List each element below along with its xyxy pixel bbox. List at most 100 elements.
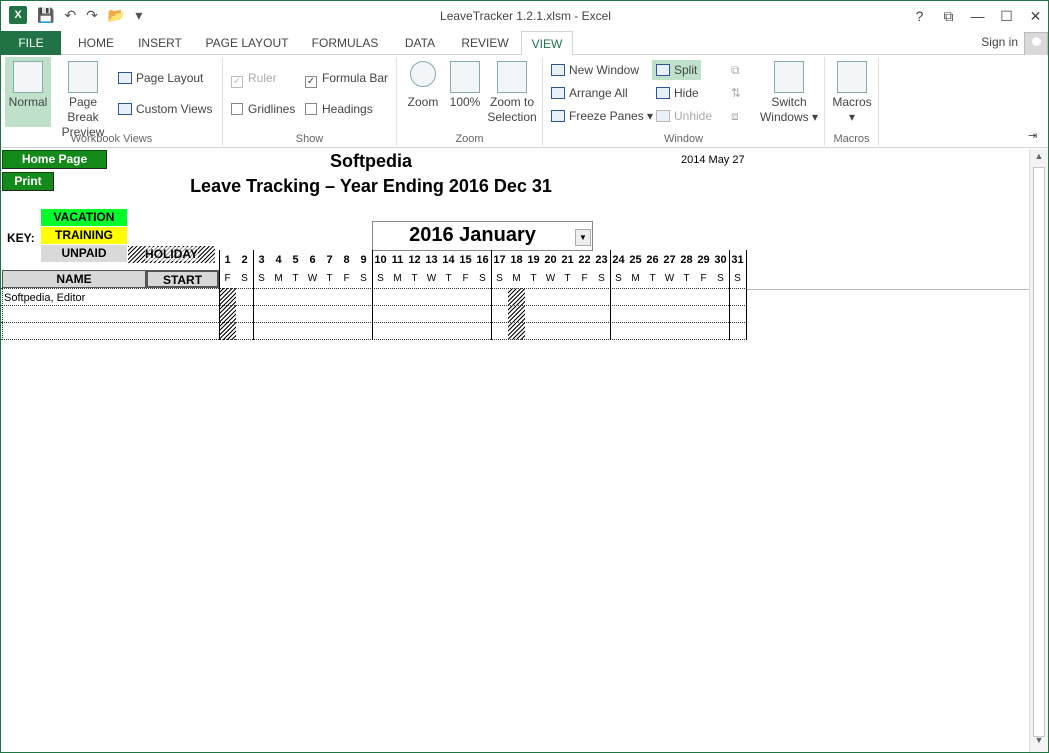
weekday-letter: T bbox=[683, 273, 690, 284]
scroll-up-icon[interactable]: ▲ bbox=[1030, 151, 1048, 167]
hide-button[interactable]: Hide bbox=[656, 86, 699, 100]
unhide-button[interactable]: Unhide bbox=[656, 109, 712, 123]
collapse-ribbon-icon[interactable]: ⇥ bbox=[1028, 129, 1037, 142]
split-icon bbox=[656, 64, 670, 76]
page-break-label-1: Page Break bbox=[67, 95, 99, 124]
weekday-letter: F bbox=[581, 273, 588, 284]
worksheet[interactable]: Home Page Print Softpedia Leave Tracking… bbox=[1, 149, 1029, 752]
macros-icon bbox=[837, 61, 867, 93]
day-number: 3 bbox=[258, 254, 265, 266]
key-training: TRAINING bbox=[41, 227, 127, 244]
tab-file[interactable]: FILE bbox=[1, 31, 61, 55]
day-number: 10 bbox=[374, 254, 387, 266]
tab-home[interactable]: HOME bbox=[67, 31, 125, 55]
day-number: 9 bbox=[360, 254, 367, 266]
chevron-down-icon[interactable]: ▼ bbox=[575, 229, 591, 246]
formula-bar-checkbox[interactable]: ✓ Formula Bar bbox=[305, 71, 388, 88]
gridlines-checkbox[interactable]: Gridlines bbox=[231, 102, 295, 116]
day-number: 26 bbox=[646, 254, 659, 266]
scroll-thumb[interactable] bbox=[1033, 167, 1045, 737]
key-holiday-label: HOLIDAY bbox=[145, 247, 198, 261]
hide-label: Hide bbox=[674, 86, 699, 100]
zoom-100-button[interactable]: 100% bbox=[447, 61, 483, 110]
print-button[interactable]: Print bbox=[2, 172, 54, 191]
ruler-check-icon: ✓ bbox=[231, 76, 243, 88]
headings-checkbox[interactable]: Headings bbox=[305, 102, 373, 116]
scroll-down-icon[interactable]: ▼ bbox=[1030, 735, 1048, 751]
weekday-letter: S bbox=[241, 273, 248, 284]
page-layout-button[interactable]: Page Layout bbox=[118, 71, 203, 85]
home-page-button[interactable]: Home Page bbox=[2, 150, 107, 169]
custom-views-label: Custom Views bbox=[136, 102, 213, 116]
day-number: 23 bbox=[595, 254, 608, 266]
day-number: 1 bbox=[224, 254, 231, 266]
synchronous-scrolling-icon[interactable]: ⇅ bbox=[731, 86, 741, 100]
tab-page-layout[interactable]: PAGE LAYOUT bbox=[197, 31, 297, 55]
tab-view[interactable]: VIEW bbox=[521, 31, 573, 56]
avatar[interactable] bbox=[1024, 32, 1048, 56]
sign-in-link[interactable]: Sign in bbox=[981, 35, 1018, 49]
new-window-button[interactable]: New Window bbox=[551, 63, 639, 77]
normal-view-button[interactable]: Normal bbox=[5, 57, 51, 127]
zoom-button[interactable]: Zoom bbox=[403, 61, 443, 110]
zoom-to-selection-icon bbox=[497, 61, 527, 93]
zoom-100-label: 100% bbox=[449, 95, 481, 109]
macros-group-label: Macros bbox=[833, 133, 870, 145]
normal-view-icon bbox=[13, 61, 43, 93]
day-number: 7 bbox=[326, 254, 333, 266]
leave-grid[interactable] bbox=[1, 288, 747, 340]
reset-window-position-icon[interactable]: ⧈ bbox=[731, 109, 739, 124]
gridlines-label: Gridlines bbox=[248, 102, 296, 116]
ruler-label: Ruler bbox=[248, 71, 277, 85]
ruler-checkbox[interactable]: ✓ Ruler bbox=[231, 71, 277, 88]
macros-button[interactable]: Macros ▾ bbox=[829, 61, 875, 125]
weekday-letter: M bbox=[393, 273, 402, 284]
zoom-to-selection-button[interactable]: Zoom to Selection bbox=[485, 61, 539, 125]
minimize-button[interactable]: — bbox=[963, 1, 992, 31]
arrange-all-button[interactable]: Arrange All bbox=[551, 86, 628, 100]
week-separator bbox=[729, 250, 730, 340]
vertical-scrollbar[interactable]: ▲ ▼ bbox=[1029, 149, 1048, 752]
tab-formulas[interactable]: FORMULAS bbox=[303, 31, 387, 55]
zoom-100-icon bbox=[450, 61, 480, 93]
group-window: New Window Arrange All Freeze Panes ▾ Sp… bbox=[543, 57, 825, 146]
freeze-panes-icon bbox=[551, 110, 565, 122]
window-group-label: Window bbox=[663, 133, 704, 145]
tab-insert[interactable]: INSERT bbox=[129, 31, 191, 55]
zoom-to-label-1: Zoom to bbox=[489, 95, 534, 109]
day-number: 22 bbox=[578, 254, 591, 266]
weekday-letter: T bbox=[649, 273, 656, 284]
row-line bbox=[1, 322, 747, 323]
macros-label: Macros bbox=[832, 95, 872, 109]
close-button[interactable]: ✕ bbox=[1021, 1, 1048, 31]
key-label: KEY: bbox=[7, 231, 35, 245]
window-controls: ? ⧉ — ☐ ✕ bbox=[905, 1, 1048, 31]
employee-name[interactable]: Softpedia, Editor bbox=[4, 292, 85, 304]
tab-data[interactable]: DATA bbox=[393, 31, 447, 55]
tab-review[interactable]: REVIEW bbox=[453, 31, 517, 55]
custom-views-button[interactable]: Custom Views bbox=[118, 102, 212, 116]
weekday-letter: T bbox=[530, 273, 537, 284]
zoom-to-label-2: Selection bbox=[487, 110, 537, 124]
week-separator bbox=[219, 250, 220, 340]
freeze-panes-button[interactable]: Freeze Panes ▾ bbox=[551, 109, 653, 123]
weekday-letter: T bbox=[292, 273, 299, 284]
month-selector[interactable]: 2016 January ▼ bbox=[372, 221, 593, 251]
group-macros: Macros ▾ Macros bbox=[825, 57, 879, 146]
help-button[interactable]: ? bbox=[905, 1, 934, 31]
switch-windows-button[interactable]: Switch Windows ▾ bbox=[757, 61, 821, 125]
week-separator bbox=[372, 250, 373, 340]
day-number: 8 bbox=[343, 254, 350, 266]
zoom-label: Zoom bbox=[407, 95, 439, 109]
day-number: 12 bbox=[408, 254, 421, 266]
row-line bbox=[1, 305, 747, 306]
window-title: LeaveTracker 1.2.1.xlsm - Excel bbox=[440, 9, 611, 23]
view-side-by-side-icon[interactable]: ⧉ bbox=[731, 63, 740, 78]
weekday-letter: W bbox=[307, 273, 318, 284]
page-break-preview-button[interactable]: Page Break Preview bbox=[53, 57, 113, 140]
sheet-subtitle: Leave Tracking – Year Ending 2016 Dec 31 bbox=[190, 176, 552, 196]
split-button[interactable]: Split bbox=[652, 60, 702, 80]
headings-check-icon bbox=[305, 103, 317, 115]
maximize-button[interactable]: ☐ bbox=[992, 1, 1021, 31]
ribbon-display-options-button[interactable]: ⧉ bbox=[934, 1, 963, 31]
